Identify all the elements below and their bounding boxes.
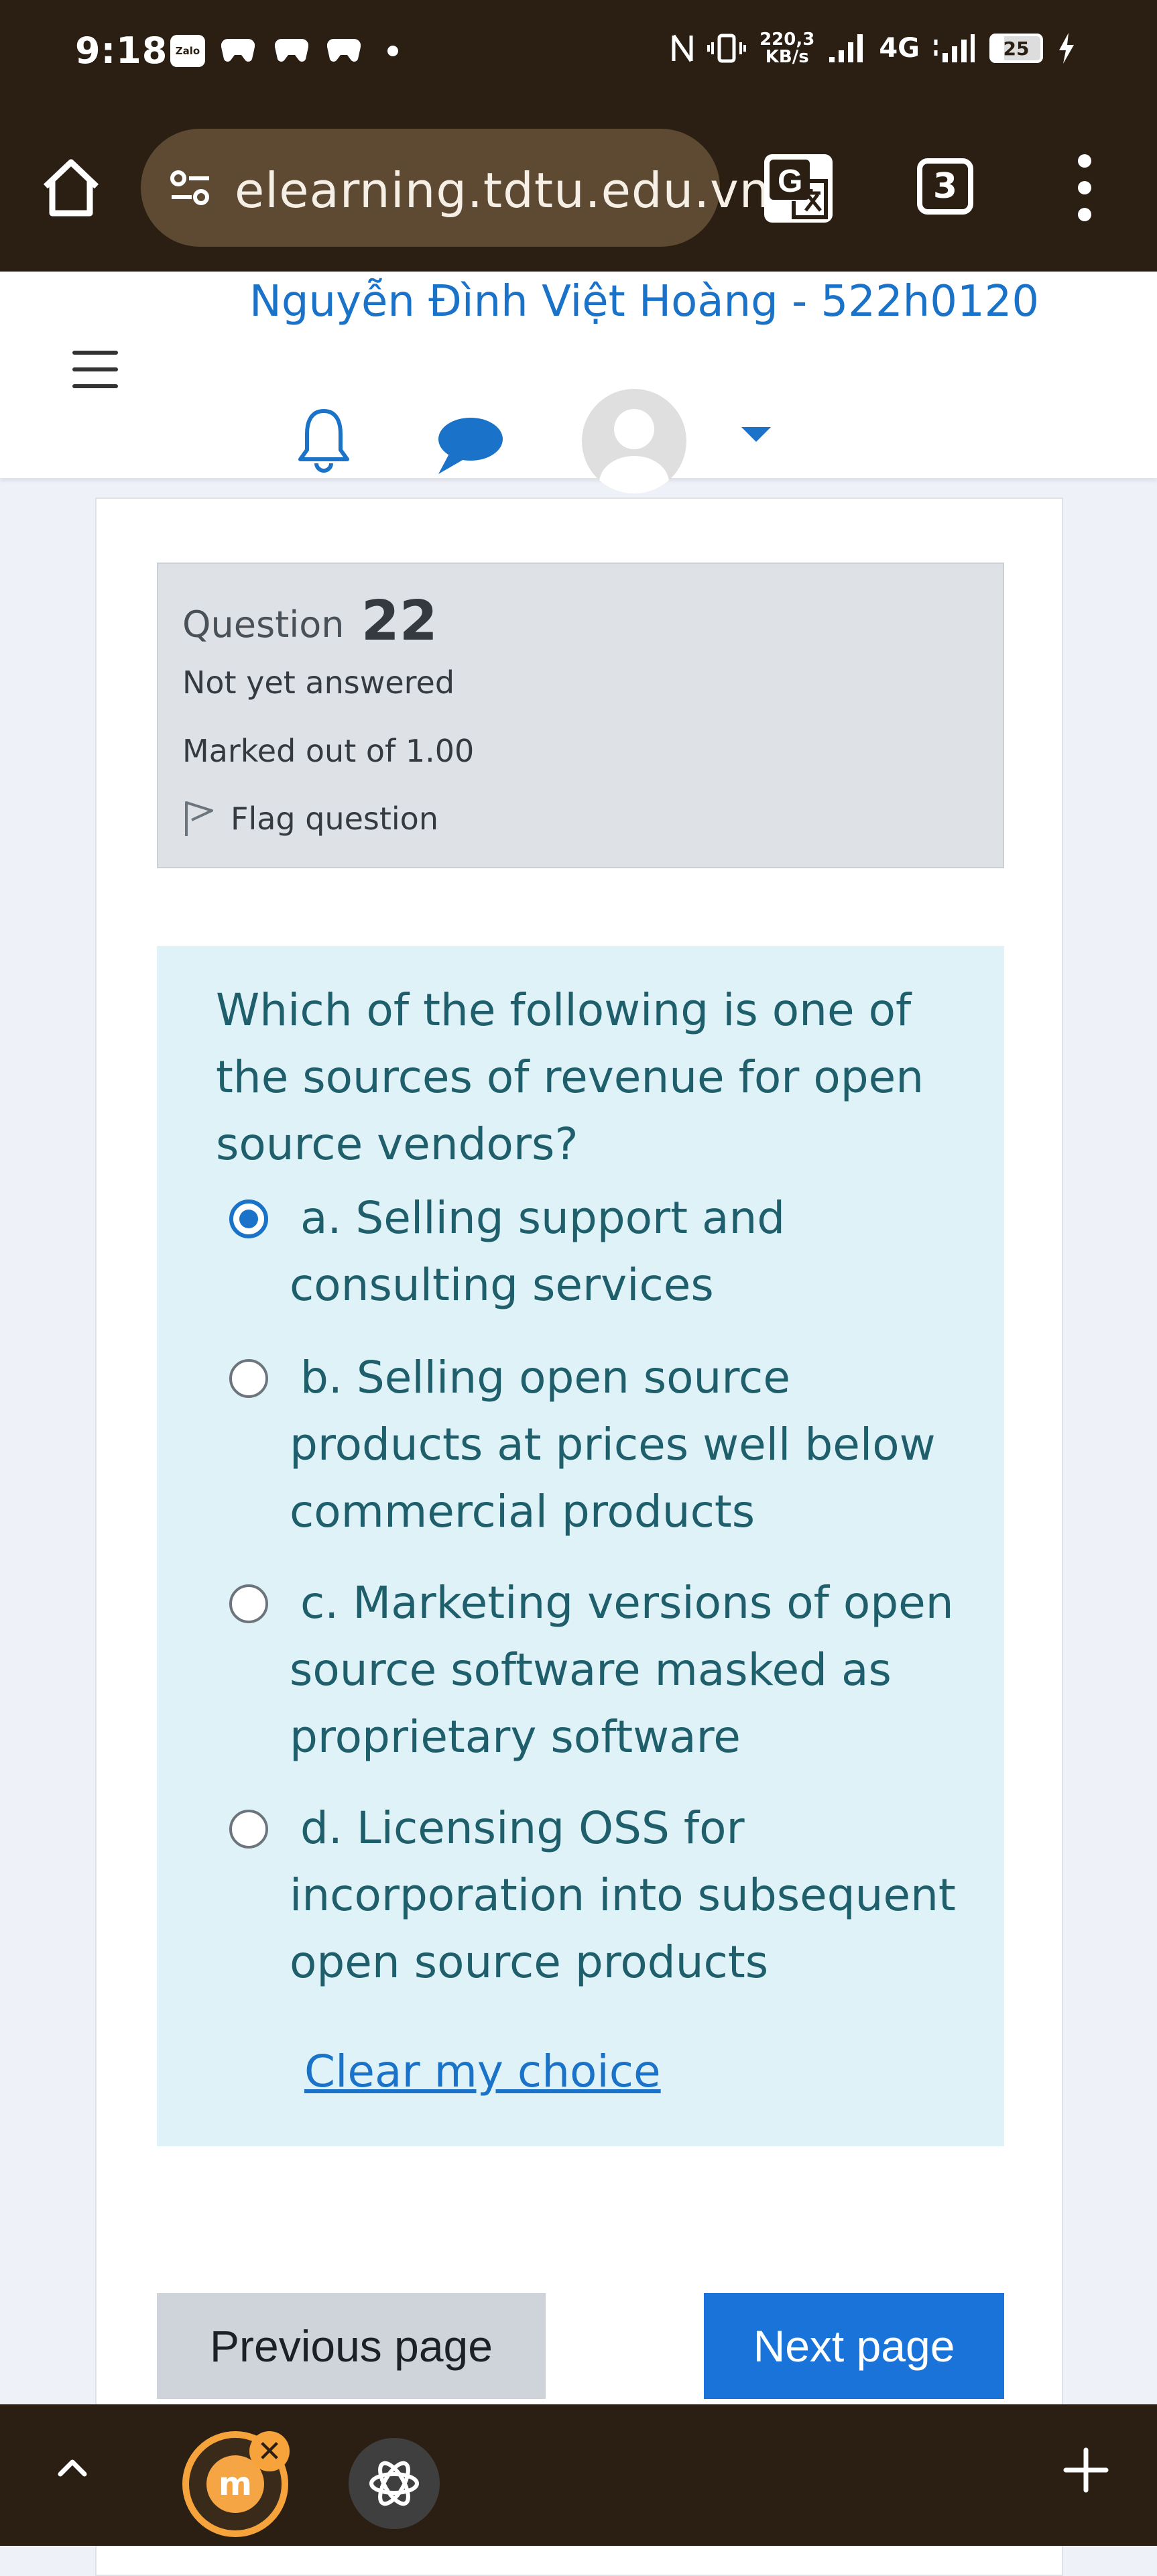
question-heading: Question 22 (182, 589, 438, 653)
user-name[interactable]: Nguyễn Đình Việt Hoàng - 522h0120 (249, 277, 1039, 327)
game-controller-icon (327, 38, 361, 62)
answer-option-c[interactable]: c. Marketing versions of open source sof… (216, 1570, 980, 1771)
answer-option-a[interactable]: a. Selling support and consulting servic… (216, 1185, 980, 1319)
question-state: Not yet answered (182, 664, 455, 701)
signal-icon (934, 34, 975, 62)
flag-question-label[interactable]: Flag question (231, 801, 438, 837)
svg-text:G: G (778, 164, 802, 199)
vibrate-icon (707, 34, 747, 63)
question-label: Question (182, 603, 345, 646)
game-controller-icon (221, 38, 255, 62)
home-icon[interactable] (39, 156, 103, 220)
battery-icon: 25 (989, 34, 1043, 63)
clear-choice-link[interactable]: Clear my choice (304, 2046, 661, 2097)
nav-drawer-menu-icon[interactable] (72, 351, 118, 388)
question-mark: Marked out of 1.00 (182, 733, 475, 769)
chatgpt-icon (369, 2461, 419, 2506)
answer-radio-b[interactable] (229, 1359, 268, 1398)
question-number: 22 (361, 589, 438, 653)
notification-dot-icon (387, 46, 398, 56)
answer-label[interactable]: a. Selling support and consulting servic… (216, 1185, 980, 1319)
user-menu-caret-icon[interactable] (741, 427, 771, 442)
question-content: Which of the following is one of the sou… (157, 946, 1004, 2146)
clock: 9:18 (75, 30, 168, 72)
battery-level: 25 (1003, 37, 1030, 60)
network-speed: 220,3 KB/s (759, 31, 814, 66)
game-controller-icon (275, 38, 308, 62)
answer-label[interactable]: d. Licensing OSS for incorporation into … (216, 1795, 980, 1996)
nfc-icon (672, 34, 693, 62)
charging-icon (1059, 33, 1074, 64)
url-text[interactable]: elearning.tdtu.edu.vn/ (235, 162, 788, 219)
speed-unit: KB/s (765, 47, 809, 67)
status-icons: 220,3 KB/s 4G 25 (671, 31, 1077, 66)
question-text: Which of the following is one of the sou… (216, 984, 924, 1170)
network-type: 4G (879, 33, 920, 64)
previous-page-button[interactable]: Previous page (157, 2293, 546, 2399)
notification-bell-icon[interactable] (296, 406, 351, 473)
plus-icon[interactable] (1059, 2443, 1113, 2497)
site-settings-icon[interactable] (169, 169, 212, 207)
avatar-silhouette-icon (599, 409, 669, 493)
messages-chat-icon[interactable] (433, 412, 504, 477)
chevron-up-icon[interactable] (52, 2447, 93, 2487)
answer-radio-a[interactable] (229, 1199, 268, 1238)
browser-menu-icon[interactable] (1073, 154, 1097, 221)
answer-label[interactable]: b. Selling open source products at price… (216, 1344, 980, 1545)
user-avatar[interactable] (582, 389, 686, 493)
flag-question-link[interactable]: Flag question (182, 800, 438, 837)
chatgpt-app-bubble[interactable] (349, 2438, 440, 2529)
answer-radio-d[interactable] (229, 1810, 268, 1849)
flag-icon[interactable] (182, 800, 216, 837)
speed-value: 220,3 (759, 30, 815, 50)
status-bar: 9:18 Zalo 220,3 KB/s 4G 25 (0, 0, 1157, 107)
next-page-button[interactable]: Next page (704, 2293, 1004, 2399)
answer-label[interactable]: c. Marketing versions of open source sof… (216, 1570, 980, 1771)
browser-toolbar: elearning.tdtu.edu.vn/ G 3 (0, 107, 1157, 272)
translate-icon[interactable]: G (764, 154, 833, 223)
bottom-app-bar: m ✕ (0, 2404, 1157, 2546)
quiz-page: Question 22 Not yet answered Marked out … (95, 497, 1063, 2576)
close-bubble-icon[interactable]: ✕ (249, 2431, 290, 2471)
signal-icon (829, 34, 863, 62)
zalo-notification-icon: Zalo (170, 35, 205, 67)
tab-switcher-button[interactable]: 3 (917, 158, 973, 215)
answer-radio-c[interactable] (229, 1584, 268, 1623)
answer-option-d[interactable]: d. Licensing OSS for incorporation into … (216, 1795, 980, 1996)
question-info-panel: Question 22 Not yet answered Marked out … (157, 563, 1004, 868)
answer-option-b[interactable]: b. Selling open source products at price… (216, 1344, 980, 1545)
site-header: Nguyễn Đình Việt Hoàng - 522h0120 (0, 272, 1157, 493)
address-bar[interactable]: elearning.tdtu.edu.vn/ (141, 129, 787, 247)
